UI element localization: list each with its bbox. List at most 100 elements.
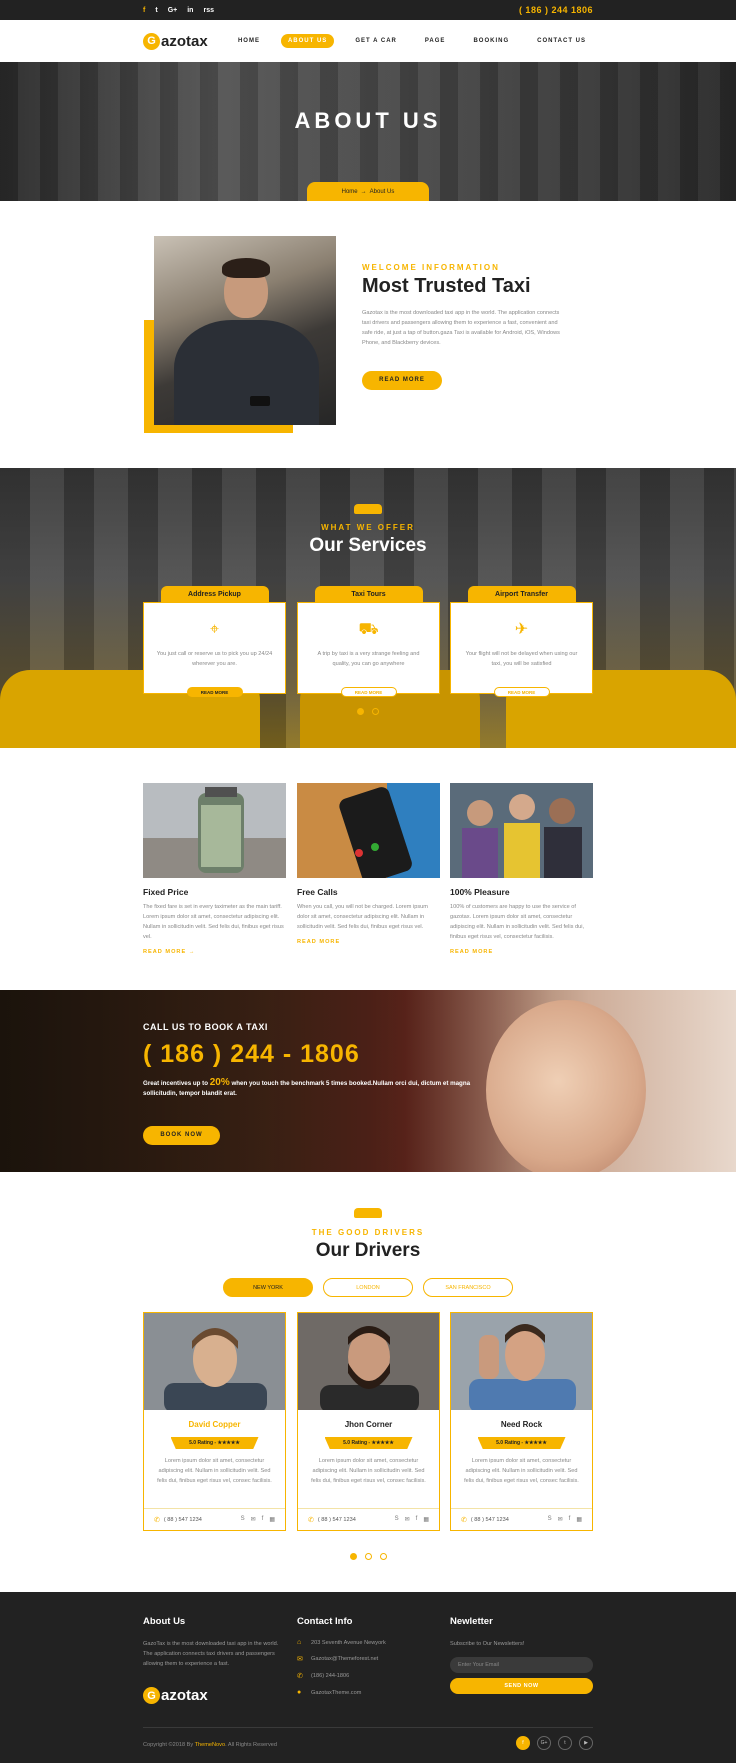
taxi-icon: ⛟ <box>358 621 379 638</box>
mail-icon[interactable]: ✉ <box>405 1516 410 1523</box>
nav-get-a-car[interactable]: GET A CAR <box>348 34 404 48</box>
pagination-dot[interactable] <box>349 1553 357 1560</box>
feature-text: 100% of customers are happy to use the s… <box>450 904 585 940</box>
facebook-icon[interactable]: f <box>569 1516 571 1523</box>
book-now-button[interactable]: BOOK NOW <box>143 1126 220 1145</box>
services-section: WHAT WE OFFER Our Services Address Picku… <box>0 468 736 748</box>
tab-london[interactable]: LONDON <box>323 1278 413 1297</box>
skype-icon[interactable]: S <box>548 1516 552 1523</box>
twitter-icon[interactable]: t <box>155 7 157 14</box>
logo[interactable]: G azotax <box>143 32 208 50</box>
feature-card: Free Calls When you call, you will not b… <box>297 783 440 945</box>
pagination-dot[interactable] <box>379 1553 387 1560</box>
about-text: Gazotax is the most downloaded taxi app … <box>362 310 560 346</box>
driver-rating: 5.0 Rating - ★★★★★ <box>170 1437 259 1449</box>
driver-photo <box>144 1313 285 1410</box>
pagination-dot[interactable] <box>364 1553 372 1560</box>
drivers-kicker: THE GOOD DRIVERS <box>311 1228 425 1237</box>
feature-title: Fixed Price <box>143 887 189 897</box>
newsletter-email-input[interactable]: Enter Your Email <box>450 1657 593 1673</box>
footer-contact-title: Contact Info <box>297 1616 353 1627</box>
service-title: Airport Transfer <box>467 586 576 602</box>
tab-new-york[interactable]: NEW YORK <box>223 1278 313 1297</box>
feature-text: When you call, you will not be charged. … <box>297 904 428 930</box>
header: G azotax HOME ABOUT US GET A CAR PAGE BO… <box>0 20 736 62</box>
feature-title: 100% Pleasure <box>450 887 510 897</box>
skype-icon[interactable]: S <box>241 1516 245 1523</box>
nav-booking[interactable]: BOOKING <box>466 34 516 48</box>
nav-page[interactable]: PAGE <box>418 34 453 48</box>
google-plus-icon[interactable]: G+ <box>168 7 178 14</box>
pagination-dot[interactable] <box>357 708 364 715</box>
drivers-title: Our Drivers <box>315 1240 421 1261</box>
city-tabs: NEW YORK LONDON SAN FRANCISCO <box>0 1278 736 1297</box>
phone-icon: ✆ <box>308 1516 314 1524</box>
taxi-icon <box>354 504 382 514</box>
home-icon: ⌂ <box>297 1639 302 1646</box>
rss-icon[interactable]: rss <box>203 7 214 14</box>
driver-text: Lorem ipsum dolor sit amet, consectetur … <box>157 1458 272 1484</box>
mail-icon[interactable]: ✉ <box>251 1516 256 1523</box>
facebook-icon[interactable]: f <box>143 7 145 14</box>
calendar-icon[interactable]: ▦ <box>576 1516 582 1523</box>
driver-name: Need Rock <box>500 1420 543 1429</box>
feature-card: 100% Pleasure 100% of customers are happ… <box>450 783 593 955</box>
facebook-icon[interactable]: f <box>516 1736 530 1750</box>
driver-text: Lorem ipsum dolor sit amet, consectetur … <box>311 1458 426 1484</box>
linkedin-icon[interactable]: in <box>187 7 193 14</box>
pagination-dot[interactable] <box>372 708 379 715</box>
phone-icon: ✆ <box>154 1516 160 1524</box>
nav-about-us[interactable]: ABOUT US <box>280 34 335 48</box>
facebook-icon[interactable]: f <box>416 1516 418 1523</box>
contact-email[interactable]: Gazotax@Themeforest.net <box>311 1656 378 1662</box>
themenovo-link[interactable]: ThemeNovo <box>195 1742 225 1748</box>
contact-website[interactable]: GazotaxTheme.com <box>311 1690 361 1696</box>
driver-phone[interactable]: ( 88 ) 547 1234 <box>471 1517 509 1523</box>
nav-home[interactable]: HOME <box>231 34 267 48</box>
feature-read-more-link[interactable]: READ MORE <box>297 939 440 945</box>
footer-social: f G+ t ▶ <box>516 1736 593 1750</box>
driver-phone[interactable]: ( 88 ) 547 1234 <box>318 1517 356 1523</box>
facebook-icon[interactable]: f <box>262 1516 264 1523</box>
service-read-more-button[interactable]: READ MORE <box>186 687 243 697</box>
feature-text: The fixed fare is set in every taximeter… <box>143 904 284 940</box>
services-pagination <box>0 708 736 715</box>
driver-photo <box>451 1313 592 1410</box>
service-text: A trip by taxi is a very strange feeling… <box>317 651 420 667</box>
twitter-icon[interactable]: t <box>558 1736 572 1750</box>
mail-icon[interactable]: ✉ <box>558 1516 563 1523</box>
feature-image-happy-people <box>450 783 593 878</box>
page-title: ABOUT US <box>294 108 442 133</box>
service-read-more-button[interactable]: READ MORE <box>340 687 397 697</box>
call-phone[interactable]: ( 186 ) 244 - 1806 <box>143 1040 360 1069</box>
nav-contact-us[interactable]: CONTACT US <box>530 34 593 48</box>
phone-icon: ✆ <box>461 1516 467 1524</box>
driver-rating: 5.0 Rating - ★★★★★ <box>324 1437 413 1449</box>
youtube-icon[interactable]: ▶ <box>579 1736 593 1750</box>
logo-text: azotax <box>161 32 208 50</box>
footer-logo[interactable]: G azotax <box>143 1687 208 1704</box>
arrow-right-icon: → <box>360 188 367 195</box>
service-read-more-button[interactable]: READ MORE <box>493 687 550 697</box>
about-read-more-button[interactable]: READ MORE <box>362 371 442 390</box>
breadcrumb-home[interactable]: Home <box>342 189 358 195</box>
tab-san-francisco[interactable]: SAN FRANCISCO <box>423 1278 513 1297</box>
calendar-icon[interactable]: ▦ <box>269 1516 275 1523</box>
logo-mark: G <box>143 32 160 50</box>
top-phone[interactable]: ( 186 ) 244 1806 <box>519 5 593 15</box>
about-photo <box>154 236 336 425</box>
calendar-icon[interactable]: ▦ <box>423 1516 429 1523</box>
contact-phone[interactable]: (186) 244-1806 <box>311 1673 349 1679</box>
service-title: Address Pickup <box>160 586 269 602</box>
feature-title: Free Calls <box>297 887 338 897</box>
copyright: Copyright ©2018 By ThemeNovo. All Rights… <box>143 1742 277 1748</box>
social-links: f t G+ in rss <box>143 7 214 14</box>
feature-read-more-link[interactable]: READ MORE <box>450 949 593 955</box>
google-plus-icon[interactable]: G+ <box>537 1736 551 1750</box>
send-now-button[interactable]: SEND NOW <box>450 1678 593 1694</box>
feature-read-more-link[interactable]: READ MORE → <box>143 949 286 955</box>
driver-card: Need Rock 5.0 Rating - ★★★★★ Lorem ipsum… <box>450 1312 593 1531</box>
driver-phone[interactable]: ( 88 ) 547 1234 <box>164 1517 202 1523</box>
footer-about: About Us GazoTax is the most downloaded … <box>143 1616 286 1669</box>
skype-icon[interactable]: S <box>395 1516 399 1523</box>
